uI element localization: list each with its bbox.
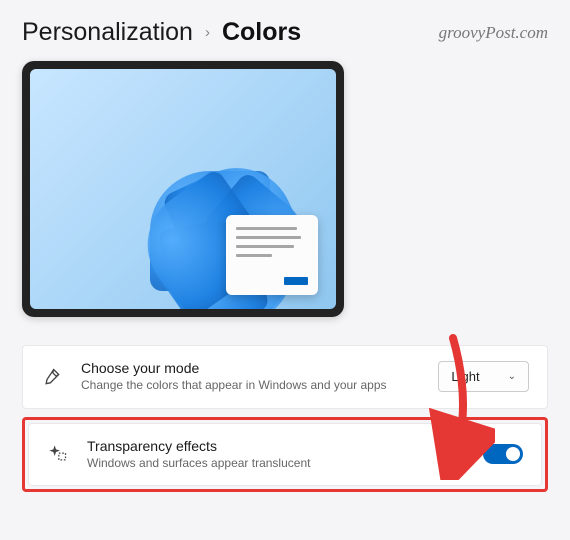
breadcrumb-current: Colors <box>222 18 301 47</box>
breadcrumb: Personalization › Colors <box>22 18 301 47</box>
toggle-knob <box>506 447 520 461</box>
sample-window-preview <box>226 215 318 295</box>
wallpaper-preview <box>30 69 336 309</box>
paintbrush-icon <box>41 366 63 388</box>
choose-mode-title: Choose your mode <box>81 360 420 376</box>
desktop-preview-card <box>22 61 344 317</box>
transparency-effects-row[interactable]: Transparency effects Windows and surface… <box>28 423 542 487</box>
transparency-description: Windows and surfaces appear translucent <box>87 456 438 472</box>
transparency-text: Transparency effects Windows and surface… <box>87 438 438 472</box>
breadcrumb-parent[interactable]: Personalization <box>22 18 193 47</box>
mode-dropdown[interactable]: Light ⌄ <box>438 361 529 392</box>
chevron-right-icon: › <box>205 24 210 41</box>
annotation-highlight: Transparency effects Windows and surface… <box>22 417 548 493</box>
sparkle-icon <box>47 443 69 465</box>
transparency-toggle[interactable] <box>483 444 523 464</box>
toggle-state-label: On <box>456 447 473 462</box>
accent-color-swatch <box>284 277 308 285</box>
choose-mode-text: Choose your mode Change the colors that … <box>81 360 420 394</box>
page-header: Personalization › Colors groovyPost.com <box>22 18 548 47</box>
choose-mode-row[interactable]: Choose your mode Change the colors that … <box>22 345 548 409</box>
mode-selected-value: Light <box>451 369 479 384</box>
choose-mode-description: Change the colors that appear in Windows… <box>81 378 420 394</box>
watermark-text: groovyPost.com <box>439 23 548 43</box>
transparency-toggle-group: On <box>456 444 523 464</box>
transparency-title: Transparency effects <box>87 438 438 454</box>
chevron-down-icon: ⌄ <box>508 371 516 382</box>
